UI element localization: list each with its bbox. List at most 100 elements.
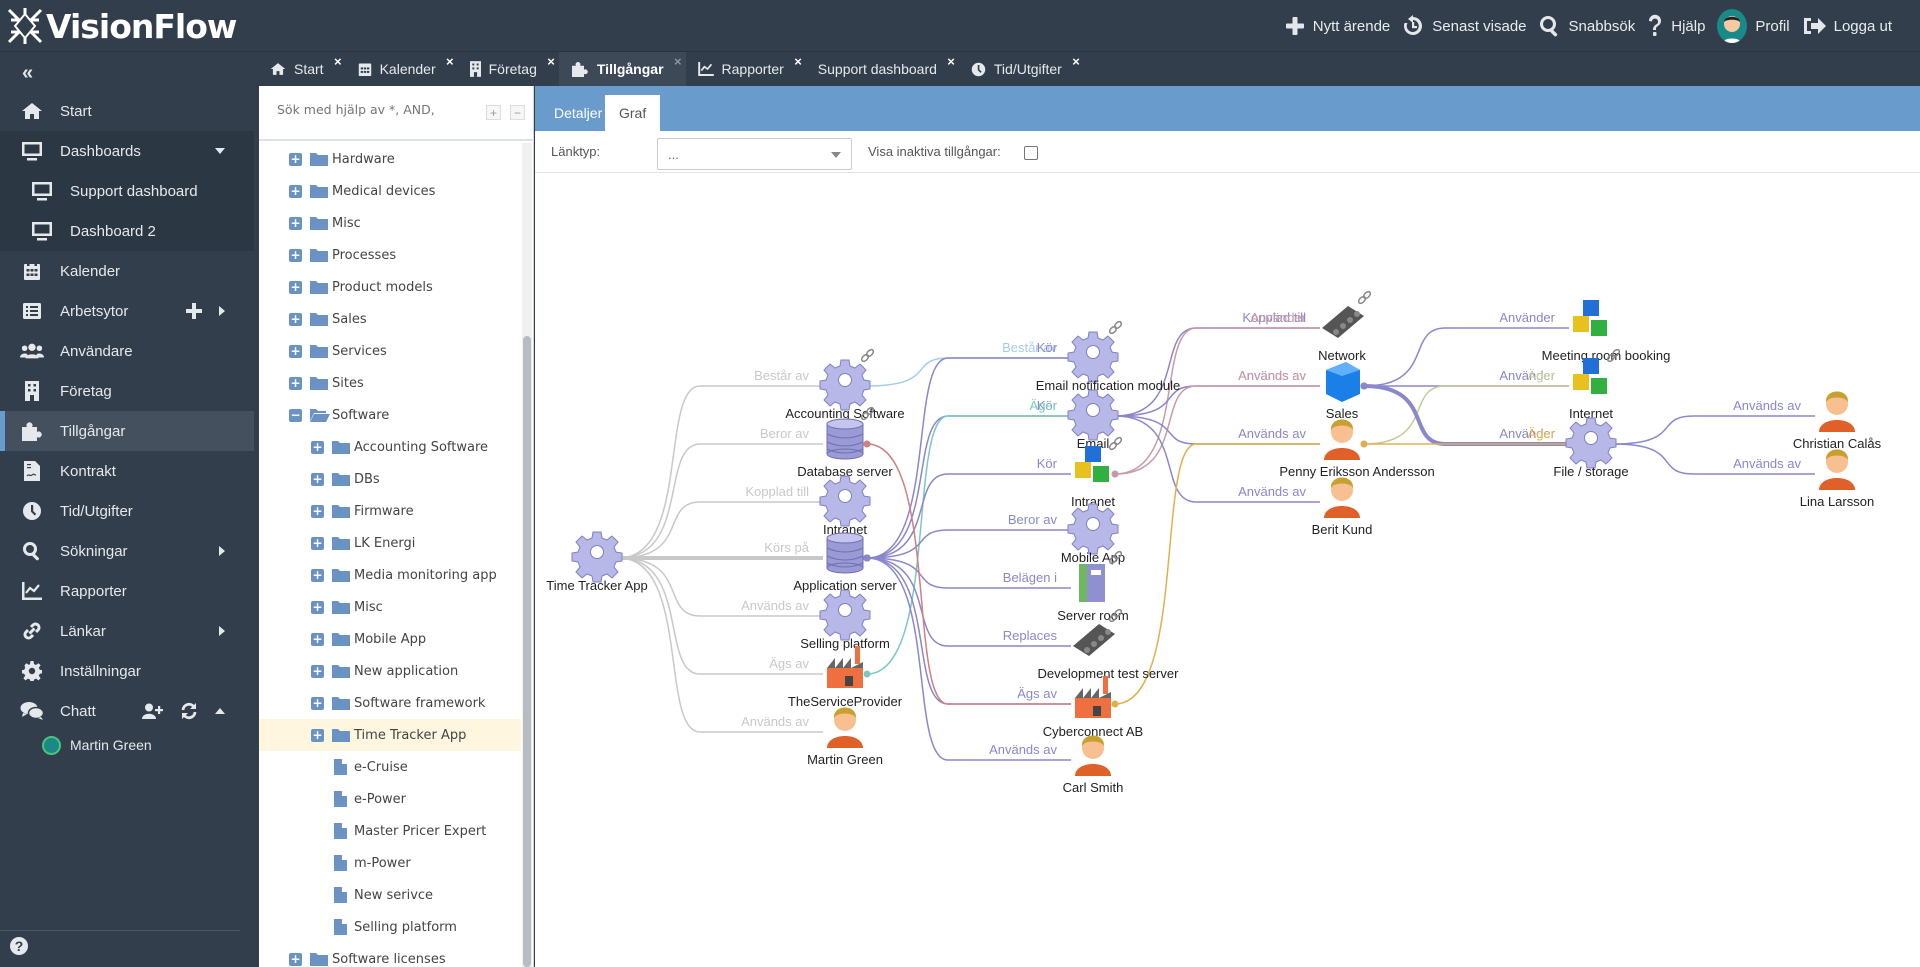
expand-node-icon[interactable]: + xyxy=(311,633,324,646)
graph-node[interactable]: Email xyxy=(1068,390,1118,451)
tree-item[interactable]: e-Power xyxy=(259,783,521,815)
graph-edge[interactable] xyxy=(1115,328,1320,474)
expand-node-icon[interactable]: + xyxy=(311,601,324,614)
tab-support-dashboard[interactable]: Support dashboard × xyxy=(806,52,959,86)
sidebar-item-dashboards[interactable]: Dashboards xyxy=(0,131,254,171)
expand-node-icon[interactable]: + xyxy=(289,153,302,166)
help-button[interactable]: Hjälp xyxy=(1647,14,1705,38)
logout-button[interactable]: Logga ut xyxy=(1802,15,1892,37)
caret-right-icon[interactable] xyxy=(218,625,226,637)
graph-node[interactable]: Carl Smith xyxy=(1063,736,1124,796)
tree-item[interactable]: +Medical devices xyxy=(259,175,521,207)
expand-node-icon[interactable]: + xyxy=(289,313,302,326)
graph-edge[interactable] xyxy=(1115,444,1320,704)
quick-search-button[interactable]: Snabbsök xyxy=(1539,15,1636,37)
tree-item[interactable]: +Sales xyxy=(259,303,521,335)
caret-right-icon[interactable] xyxy=(218,545,226,557)
graph-node[interactable]: Email notification module xyxy=(1036,320,1181,393)
tree-item[interactable]: +LK Energi xyxy=(259,527,521,559)
close-tab-icon[interactable]: × xyxy=(1072,54,1080,69)
tree-scrollbar-thumb[interactable] xyxy=(523,336,531,967)
tree-item[interactable]: +Software framework xyxy=(259,687,521,719)
close-tab-icon[interactable]: × xyxy=(334,54,342,69)
expand-node-icon[interactable]: + xyxy=(311,537,324,550)
tree-item[interactable]: +Product models xyxy=(259,271,521,303)
tree-search-input[interactable] xyxy=(277,102,467,117)
graph-edge[interactable] xyxy=(1613,416,1815,444)
expand-node-icon[interactable]: + xyxy=(311,441,324,454)
sidebar-item-kalender[interactable]: Kalender xyxy=(0,251,254,291)
sidebar-item-anvandare[interactable]: Användare xyxy=(0,331,254,371)
expand-node-icon[interactable]: + xyxy=(311,505,324,518)
tree-item[interactable]: +Accounting Software xyxy=(259,431,521,463)
sidebar-item-tillgangar[interactable]: Tillgångar xyxy=(0,411,254,451)
expand-node-icon[interactable]: + xyxy=(311,665,324,678)
tree-item[interactable]: m-Power xyxy=(259,847,521,879)
tree-item[interactable]: +Software licenses xyxy=(259,943,521,967)
collapse-sidebar-button[interactable]: « xyxy=(22,62,33,85)
asset-relation-graph[interactable]: Består avBeror avKopplad tillKörs påAnvä… xyxy=(535,174,1920,967)
sidebar-item-lankar[interactable]: Länkar xyxy=(0,611,254,651)
expand-node-icon[interactable]: + xyxy=(289,249,302,262)
graph-node[interactable]: Lina Larsson xyxy=(1800,450,1874,510)
close-tab-icon[interactable]: × xyxy=(674,54,682,69)
expand-node-icon[interactable]: + xyxy=(289,281,302,294)
caret-right-icon[interactable] xyxy=(218,305,226,317)
close-tab-icon[interactable]: × xyxy=(947,54,955,69)
graph-node[interactable]: Mobile App xyxy=(1061,504,1125,565)
tree-item[interactable]: +New application xyxy=(259,655,521,687)
chat-user-martin-green[interactable]: Martin Green xyxy=(42,731,152,759)
close-tab-icon[interactable]: × xyxy=(794,54,802,69)
graph-node[interactable]: Christian Calås xyxy=(1793,392,1882,452)
close-tab-icon[interactable]: × xyxy=(547,54,555,69)
collapse-all-button[interactable]: − xyxy=(510,105,525,120)
graph-node[interactable]: Meeting room booking xyxy=(1542,300,1671,363)
tree-item[interactable]: Selling platform xyxy=(259,911,521,943)
tree-item[interactable]: −Software xyxy=(259,399,521,431)
subtab-graf[interactable]: Graf xyxy=(605,95,660,131)
graph-node[interactable]: File / storage xyxy=(1553,418,1628,479)
new-ticket-button[interactable]: Nytt ärende xyxy=(1285,16,1391,36)
graph-edge[interactable] xyxy=(867,416,1071,558)
sidebar-item-chatt[interactable]: Chatt xyxy=(0,691,254,731)
sidebar-item-dashboard-2[interactable]: Dashboard 2 xyxy=(0,211,254,251)
sidebar-item-installningar[interactable]: Inställningar xyxy=(0,651,254,691)
sidebar-item-arbetsytor[interactable]: Arbetsytor xyxy=(0,291,254,331)
collapse-node-icon[interactable]: − xyxy=(289,409,302,422)
tree-item[interactable]: +Misc xyxy=(259,207,521,239)
sidebar-item-sokningar[interactable]: Sökningar xyxy=(0,531,254,571)
tree-item[interactable]: +DBs xyxy=(259,463,521,495)
sidebar-item-rapporter[interactable]: Rapporter xyxy=(0,571,254,611)
refresh-icon[interactable] xyxy=(180,702,198,720)
sidebar-item-tid-utgifter[interactable]: Tid/Utgifter xyxy=(0,491,254,531)
graph-node[interactable]: Cyberconnect AB xyxy=(1043,676,1143,739)
expand-node-icon[interactable]: + xyxy=(311,569,324,582)
profile-button[interactable]: Profil xyxy=(1717,9,1789,43)
app-logo[interactable]: VisionFlow xyxy=(6,6,236,46)
expand-node-icon[interactable]: + xyxy=(289,377,302,390)
expand-node-icon[interactable]: + xyxy=(311,729,324,742)
expand-node-icon[interactable]: + xyxy=(289,953,302,966)
sidebar-item-support-dashboard[interactable]: Support dashboard xyxy=(0,171,254,211)
help-circle-icon[interactable]: ? xyxy=(10,937,28,955)
caret-up-icon[interactable] xyxy=(214,707,226,715)
tree-item[interactable]: Master Pricer Expert xyxy=(259,815,521,847)
tab-start[interactable]: Start × xyxy=(258,52,346,86)
tree-item[interactable]: +Sites xyxy=(259,367,521,399)
add-user-icon[interactable] xyxy=(142,703,164,719)
expand-node-icon[interactable]: + xyxy=(289,345,302,358)
sidebar-item-foretag[interactable]: Företag xyxy=(0,371,254,411)
tree-item[interactable]: +Services xyxy=(259,335,521,367)
tab-kalender[interactable]: Kalender × xyxy=(346,52,458,86)
tree-item[interactable]: +Hardware xyxy=(259,143,521,175)
tree-item[interactable]: New serivce xyxy=(259,879,521,911)
graph-node[interactable]: Martin Green xyxy=(807,708,883,768)
expand-node-icon[interactable]: + xyxy=(289,185,302,198)
graph-node[interactable]: Sales xyxy=(1326,362,1360,421)
graph-node[interactable]: Berit Kund xyxy=(1312,478,1373,538)
show-inactive-checkbox[interactable] xyxy=(1024,146,1038,160)
tree-item[interactable]: e-Cruise xyxy=(259,751,521,783)
expand-node-icon[interactable]: + xyxy=(289,217,302,230)
tree-item[interactable]: +Misc xyxy=(259,591,521,623)
tree-item[interactable]: +Time Tracker App xyxy=(259,719,521,751)
